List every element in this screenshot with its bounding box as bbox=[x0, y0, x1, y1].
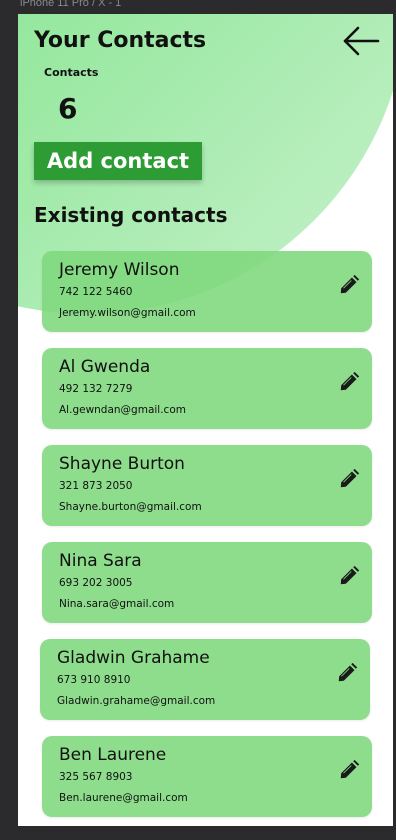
contact-card[interactable]: Jeremy Wilson 742 122 5460 Jeremy.wilson… bbox=[42, 251, 372, 332]
contact-name: Shayne Burton bbox=[59, 454, 185, 474]
contact-phone: 742 122 5460 bbox=[59, 286, 133, 298]
contact-phone: 492 132 7279 bbox=[59, 383, 133, 395]
contact-card[interactable]: Shayne Burton 321 873 2050 Shayne.burton… bbox=[42, 445, 372, 526]
pencil-icon[interactable] bbox=[338, 371, 360, 393]
contact-phone: 321 873 2050 bbox=[59, 480, 133, 492]
frame-label: iPhone 11 Pro / X - 1 bbox=[20, 0, 122, 9]
contact-card[interactable]: Ben Laurene 325 567 8903 Ben.laurene@gma… bbox=[42, 736, 372, 817]
contact-phone: 325 567 8903 bbox=[59, 771, 133, 783]
pencil-icon[interactable] bbox=[336, 662, 358, 684]
contact-email: Al.gewndan@gmail.com bbox=[59, 404, 186, 416]
pencil-icon[interactable] bbox=[338, 759, 360, 781]
contact-email: Nina.sara@gmail.com bbox=[59, 598, 175, 610]
contact-email: Jeremy.wilson@gmail.com bbox=[59, 307, 196, 319]
page-title: Your Contacts bbox=[34, 28, 207, 53]
contact-card[interactable]: Gladwin Grahame 673 910 8910 Gladwin.gra… bbox=[40, 639, 370, 720]
contact-email: Ben.laurene@gmail.com bbox=[59, 792, 188, 804]
contact-name: Ben Laurene bbox=[59, 745, 167, 765]
contact-card[interactable]: Nina Sara 693 202 3005 Nina.sara@gmail.c… bbox=[42, 542, 372, 623]
contact-name: Nina Sara bbox=[59, 551, 142, 571]
contact-name: Jeremy Wilson bbox=[59, 260, 180, 280]
contact-email: Shayne.burton@gmail.com bbox=[59, 501, 202, 513]
contact-card[interactable]: Al Gwenda 492 132 7279 Al.gewndan@gmail.… bbox=[42, 348, 372, 429]
contact-name: Al Gwenda bbox=[59, 357, 151, 377]
arrow-left-icon[interactable] bbox=[342, 26, 380, 56]
contact-name: Gladwin Grahame bbox=[57, 648, 210, 668]
contact-phone: 693 202 3005 bbox=[59, 577, 133, 589]
pencil-icon[interactable] bbox=[338, 468, 360, 490]
phone-screen: Your Contacts Contacts 6 Add contact Exi… bbox=[18, 14, 393, 826]
contacts-count-label: Contacts bbox=[44, 66, 99, 79]
pencil-icon[interactable] bbox=[338, 565, 360, 587]
section-title: Existing contacts bbox=[34, 203, 228, 227]
pencil-icon[interactable] bbox=[338, 274, 360, 296]
add-contact-button[interactable]: Add contact bbox=[34, 142, 202, 180]
contact-list: Jeremy Wilson 742 122 5460 Jeremy.wilson… bbox=[40, 251, 374, 826]
contact-email: Gladwin.grahame@gmail.com bbox=[57, 695, 216, 707]
contact-phone: 673 910 8910 bbox=[57, 674, 131, 686]
contacts-count-value: 6 bbox=[58, 92, 78, 125]
